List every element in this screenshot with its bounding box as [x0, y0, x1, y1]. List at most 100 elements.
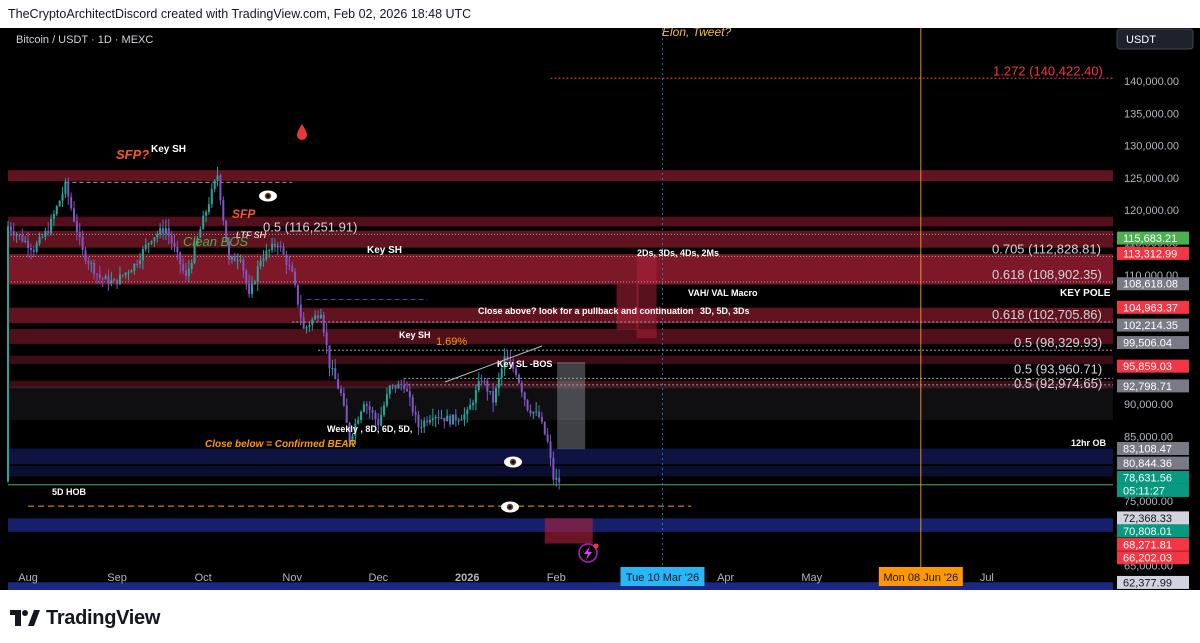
candle-body: [474, 390, 477, 403]
candle-body: [32, 249, 35, 252]
candle-body: [529, 410, 532, 414]
fib-level-label: 0.618 (108,902.35): [992, 267, 1102, 282]
resistance-zone: [8, 216, 1113, 227]
price-label: 78,631.56: [1123, 472, 1172, 484]
candle-body: [147, 243, 150, 245]
price-label: 99,506.04: [1123, 338, 1172, 350]
fib-level-label: 1.272 (140,422.40): [993, 63, 1103, 78]
candle-body: [190, 262, 193, 269]
brand-name: TradingView: [46, 606, 161, 629]
candle-body: [434, 417, 437, 419]
candle-body: [423, 420, 426, 428]
candle-body: [93, 262, 96, 274]
lightning-icon[interactable]: [578, 543, 599, 563]
candle-body: [167, 228, 170, 236]
y-tick-label: 85,000.00: [1124, 431, 1173, 443]
x-tick-label: 2026: [455, 572, 479, 584]
candle-body: [334, 368, 337, 380]
candle-body: [107, 276, 110, 284]
candle-body: [70, 196, 73, 209]
lightning-icon-dot: [593, 543, 599, 549]
candle: [202, 210, 205, 230]
candle-body: [288, 265, 291, 267]
chart-annotation: Key SL -BOS: [497, 359, 552, 369]
candle-body: [21, 234, 24, 242]
candle: [443, 417, 446, 429]
candle: [477, 372, 480, 393]
price-label: 05:11:27: [1123, 485, 1165, 497]
candle-body: [207, 204, 210, 212]
price-label: 62,377.99: [1123, 577, 1172, 589]
projection-box: [544, 518, 593, 544]
currency-badge[interactable]: USDT: [1116, 28, 1194, 50]
candle-body: [81, 236, 84, 250]
chart-area[interactable]: 140,000.00 135,000.00 130,000.00 125,000.00…: [0, 28, 1200, 590]
candle-body: [294, 271, 297, 286]
candle: [337, 373, 340, 390]
candle-body: [397, 383, 400, 389]
candle: [213, 178, 216, 193]
header-bar: TheCryptoArchitectDiscord created with T…: [0, 0, 1200, 28]
candle-body: [268, 249, 271, 251]
candle-body: [494, 387, 497, 403]
candle-body: [374, 412, 377, 420]
candle-body: [428, 419, 431, 423]
candle-body: [391, 384, 394, 386]
candle-body: [242, 259, 245, 271]
blood-drop-icon: [297, 124, 307, 140]
candle-body: [116, 279, 119, 284]
candle-body: [279, 245, 282, 247]
tradingview-brand[interactable]: TradingView: [10, 606, 160, 630]
candle-body: [337, 379, 340, 389]
candle-body: [29, 248, 32, 250]
candle-body: [75, 221, 78, 233]
candle: [526, 399, 529, 412]
candle-body: [325, 332, 328, 346]
candle-body: [437, 417, 440, 419]
candle-body: [365, 404, 368, 407]
candle-body: [230, 256, 233, 260]
candle-body: [113, 279, 116, 281]
price-label: 70,808.01: [1123, 526, 1172, 538]
candle-body: [127, 272, 130, 274]
candle-body: [130, 270, 133, 273]
candle-body: [265, 250, 268, 260]
candle-body: [282, 246, 285, 255]
date-badge-label: Mon 08 Jun '26: [883, 572, 958, 584]
candle-body: [162, 228, 165, 234]
candle: [70, 192, 73, 211]
date-badge-label: Tue 10 Mar '26: [626, 572, 699, 584]
candle-body: [15, 234, 18, 236]
chart-annotation: 5D HOB: [52, 487, 87, 497]
chart-annotation: 3D, 5D, 3Ds: [700, 306, 750, 316]
price-label: 68,271.81: [1123, 539, 1172, 551]
eye-icon-pupil: [508, 505, 512, 509]
candle-body: [64, 181, 67, 194]
candle: [207, 197, 210, 215]
candle-body: [345, 405, 348, 423]
fib-level-label: 0.5 (92,974.65): [1014, 376, 1102, 391]
candle-body: [84, 249, 87, 261]
fib-level-label: 0.5 (93,960.71): [1014, 361, 1102, 376]
eye-icon-pupil: [266, 194, 270, 198]
candle-body: [388, 385, 391, 395]
x-tick-label: Oct: [195, 572, 212, 584]
candle-body: [371, 410, 374, 413]
candle-body: [41, 236, 44, 238]
candle: [328, 345, 331, 377]
candle-body: [219, 175, 222, 201]
candle-body: [118, 274, 121, 284]
candle-body: [319, 314, 322, 319]
fib-level-label: 0.5 (116,251.91): [263, 219, 357, 234]
candle-body: [403, 385, 406, 389]
price-label: 83,108.47: [1123, 444, 1172, 456]
price-label: 92,798.71: [1123, 381, 1172, 393]
candle-body: [314, 315, 317, 320]
candle-body: [259, 260, 262, 267]
candle: [147, 242, 150, 254]
candle-body: [110, 280, 113, 284]
candle-body: [331, 368, 334, 370]
candle-body: [176, 247, 179, 253]
price-chart-svg[interactable]: 140,000.00 135,000.00 130,000.00 125,000.00…: [0, 28, 1200, 590]
candle-body: [426, 420, 429, 423]
